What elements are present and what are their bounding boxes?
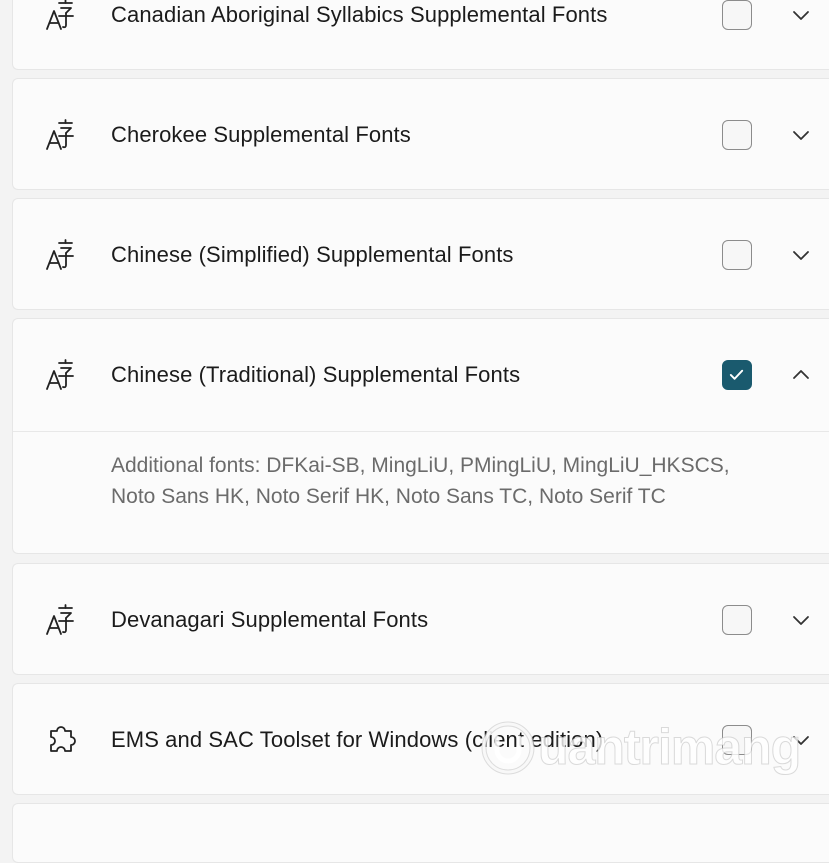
chevron-down-icon[interactable] xyxy=(789,728,813,752)
feature-card-ems-sac-toolset: EMS and SAC Toolset for Windows (client … xyxy=(12,683,829,795)
feature-card-devanagari: Devanagari Supplemental Fonts xyxy=(12,563,829,675)
chevron-down-icon[interactable] xyxy=(789,243,813,267)
feature-label: EMS and SAC Toolset for Windows (client … xyxy=(111,727,604,752)
feature-card-chinese-traditional: Chinese (Traditional) Supplemental Fonts… xyxy=(12,318,829,554)
font-language-icon xyxy=(43,237,79,273)
font-language-icon xyxy=(43,0,79,33)
feature-checkbox[interactable] xyxy=(722,725,752,755)
optional-features-list: Canadian Aboriginal Syllabics Supplement… xyxy=(12,0,829,863)
feature-details: Additional fonts: DFKai-SB, MingLiU, PMi… xyxy=(13,431,829,528)
font-language-icon xyxy=(43,602,79,638)
chevron-up-icon[interactable] xyxy=(789,363,813,387)
font-language-icon xyxy=(43,117,79,153)
feature-card-cherokee: Cherokee Supplemental Fonts xyxy=(12,78,829,190)
feature-row[interactable]: EMS and SAC Toolset for Windows (client … xyxy=(13,684,829,796)
feature-checkbox-checked[interactable] xyxy=(722,360,752,390)
feature-row[interactable]: Devanagari Supplemental Fonts xyxy=(13,564,829,676)
checkmark-icon xyxy=(729,369,744,380)
feature-checkbox[interactable] xyxy=(722,120,752,150)
feature-checkbox[interactable] xyxy=(722,0,752,30)
puzzle-piece-icon xyxy=(43,722,79,758)
feature-row[interactable]: Cherokee Supplemental Fonts xyxy=(13,79,829,191)
feature-label: Canadian Aboriginal Syllabics Supplement… xyxy=(111,2,608,27)
feature-label: Cherokee Supplemental Fonts xyxy=(111,122,411,147)
feature-checkbox[interactable] xyxy=(722,605,752,635)
feature-label: Chinese (Simplified) Supplemental Fonts xyxy=(111,242,514,267)
feature-row[interactable]: Canadian Aboriginal Syllabics Supplement… xyxy=(13,0,829,71)
feature-row[interactable]: Chinese (Simplified) Supplemental Fonts xyxy=(13,199,829,311)
feature-label: Devanagari Supplemental Fonts xyxy=(111,607,429,632)
chevron-down-icon[interactable] xyxy=(789,608,813,632)
chevron-down-icon[interactable] xyxy=(789,3,813,27)
feature-card-chinese-simplified: Chinese (Simplified) Supplemental Fonts xyxy=(12,198,829,310)
feature-checkbox[interactable] xyxy=(722,240,752,270)
feature-row[interactable]: Chinese (Traditional) Supplemental Fonts xyxy=(13,319,829,431)
font-language-icon xyxy=(43,357,79,393)
chevron-down-icon[interactable] xyxy=(789,123,813,147)
feature-label: Chinese (Traditional) Supplemental Fonts xyxy=(111,362,521,387)
feature-card-next xyxy=(12,803,829,863)
feature-card-canadian-aboriginal: Canadian Aboriginal Syllabics Supplement… xyxy=(12,0,829,70)
